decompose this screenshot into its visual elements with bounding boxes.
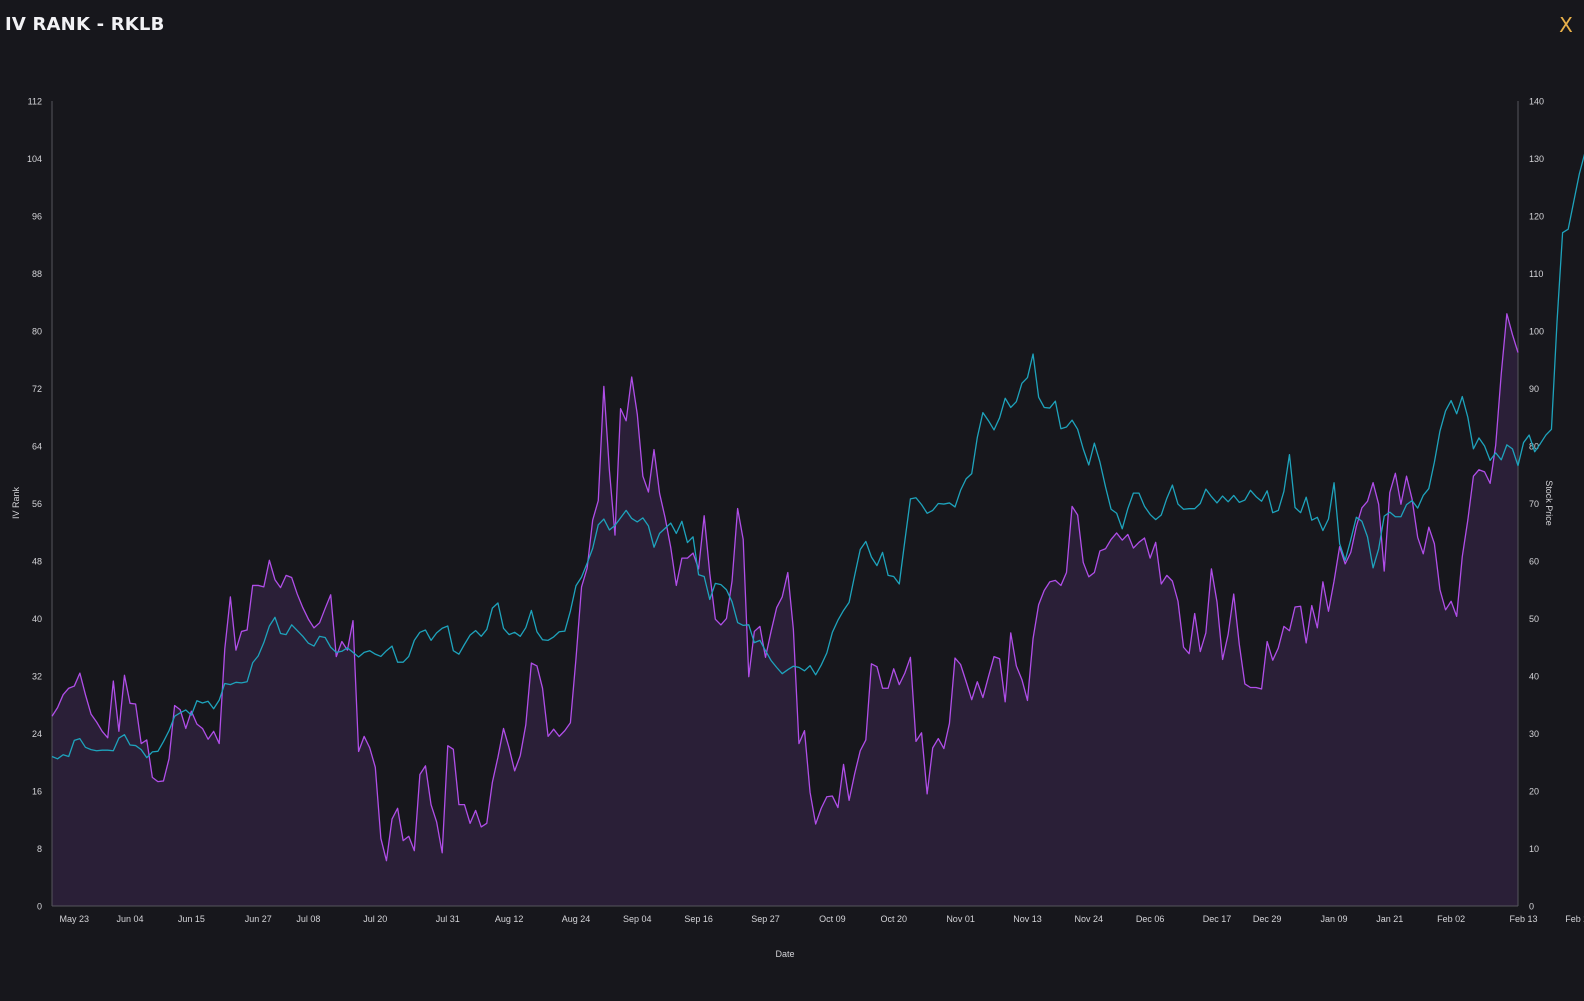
left-tick-label: 72: [32, 384, 42, 394]
x-tick-label: Oct 20: [880, 914, 907, 924]
right-tick-label: 110: [1529, 269, 1543, 279]
left-tick-label: 40: [32, 614, 42, 624]
x-tick-label: Aug 12: [495, 914, 524, 924]
iv-rank-area: [52, 313, 1518, 906]
x-tick-label: Feb 02: [1437, 914, 1465, 924]
left-tick-label: 64: [32, 442, 42, 452]
right-tick-label: 40: [1529, 672, 1539, 682]
x-tick-label: Jan 21: [1376, 914, 1403, 924]
x-tick-label: Jun 27: [245, 914, 272, 924]
x-axis-ticks: May 23 Jun 04 Jun 15 Jun 27 Jul 08 Jul 20 Jul …: [60, 914, 1584, 924]
left-tick-label: 24: [32, 729, 42, 739]
left-tick-label: 16: [32, 787, 42, 797]
left-tick-label: 48: [32, 557, 42, 567]
x-tick-label: Jul 08: [296, 914, 320, 924]
x-tick-label: Dec 17: [1203, 914, 1232, 924]
iv-rank-area-layer: [52, 313, 1518, 906]
left-tick-label: 56: [32, 499, 42, 509]
x-tick-label: Jul 31: [436, 914, 460, 924]
right-tick-label: 100: [1529, 327, 1544, 337]
right-axis-ticks: 0102030405060708090100110120130140: [1529, 97, 1544, 912]
x-tick-label: Jan 09: [1321, 914, 1348, 924]
right-tick-label: 30: [1529, 729, 1539, 739]
x-tick-label: Jun 15: [178, 914, 205, 924]
left-tick-label: 8: [37, 844, 42, 854]
x-tick-label: May 23: [60, 914, 90, 924]
x-tick-label: Nov 01: [946, 914, 975, 924]
right-tick-label: 0: [1529, 902, 1534, 912]
right-tick-label: 140: [1529, 97, 1544, 107]
left-axis-ticks: 0 8 16 24 32 40 48 56 64 72 80 88 96 104 112: [27, 97, 42, 912]
right-axis-label: Stock Price: [1544, 480, 1554, 526]
left-tick-label: 0: [37, 902, 42, 912]
left-tick-label: 104: [27, 154, 42, 164]
right-tick-label: 50: [1529, 614, 1539, 624]
left-tick-label: 80: [32, 327, 42, 337]
right-tick-label: 10: [1529, 844, 1539, 854]
x-tick-label: Sep 16: [684, 914, 713, 924]
right-tick-label: 60: [1529, 557, 1539, 567]
right-tick-label: 70: [1529, 499, 1539, 509]
left-tick-label: 96: [32, 212, 42, 222]
x-tick-label: Nov 13: [1013, 914, 1042, 924]
left-tick-label: 32: [32, 672, 42, 682]
left-tick-label: 112: [28, 97, 42, 107]
x-tick-label: Feb 13: [1510, 914, 1538, 924]
right-tick-label: 90: [1529, 384, 1539, 394]
x-tick-label: Sep 04: [623, 914, 652, 924]
x-tick-label: Dec 06: [1136, 914, 1165, 924]
iv-rank-chart: 0 8 16 24 32 40 48 56 64 72 80 88 96 104 112 0 10 20 30 40…: [11, 97, 1584, 959]
x-tick-label: Aug 24: [562, 914, 591, 924]
right-tick-label: 130: [1529, 154, 1544, 164]
x-tick-label: Jun 04: [117, 914, 144, 924]
x-tick-label: Feb 25: [1565, 914, 1584, 924]
x-tick-label: Sep 27: [751, 914, 780, 924]
x-tick-label: Oct 09: [819, 914, 846, 924]
left-axis-label: IV Rank: [11, 486, 21, 519]
x-tick-label: Jul 20: [363, 914, 387, 924]
right-tick-label: 20: [1529, 787, 1539, 797]
right-tick-label: 120: [1529, 212, 1544, 222]
x-tick-label: Nov 24: [1075, 914, 1104, 924]
x-axis-label: Date: [775, 949, 794, 959]
x-tick-label: Dec 29: [1253, 914, 1282, 924]
left-tick-label: 88: [32, 269, 42, 279]
